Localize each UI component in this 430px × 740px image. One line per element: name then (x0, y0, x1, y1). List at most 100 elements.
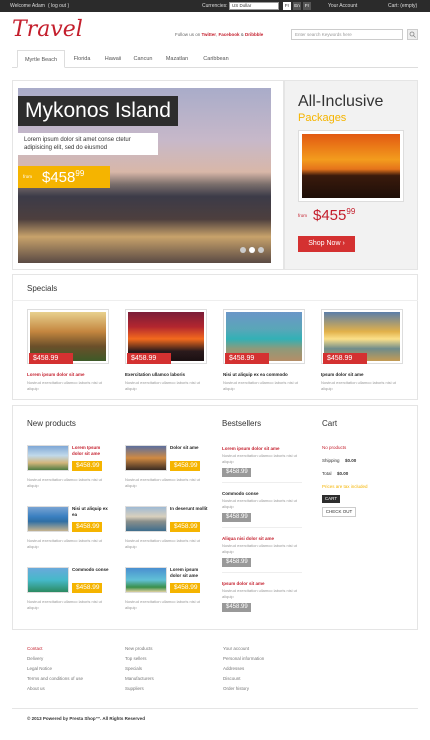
new-product-price-4: $458.99 (170, 522, 200, 532)
tab-caribbean[interactable]: Caribbean (197, 50, 235, 68)
special-name-1[interactable]: Lorem ipsum dolor sit ame (27, 372, 85, 377)
new-product-desc-1: Nostrud exercitation ullamco laboris nis… (27, 477, 102, 488)
promo-title: All-Inclusive (298, 93, 384, 110)
facebook-link[interactable]: Facebook (218, 32, 239, 37)
search-icon (409, 31, 416, 38)
promo-subtitle: Packages (298, 112, 347, 124)
tab-florida[interactable]: Florida (67, 50, 97, 68)
logout-link[interactable]: ( log out ) (48, 3, 69, 9)
footer-link-about[interactable]: About us (27, 686, 45, 691)
special-desc-2: Nostrud exercitation ullamco laboris nis… (125, 380, 200, 391)
new-product-name-4[interactable]: In deserunt mollit (170, 506, 210, 512)
follow-us: Follow us on Twitter, Facebook & Dribbbl… (175, 32, 264, 37)
dribbble-link[interactable]: Dribbble (245, 32, 263, 37)
tab-hawaii[interactable]: Hawaii (99, 50, 127, 68)
new-product-name-5[interactable]: Commodo conse (72, 567, 112, 573)
new-product-desc-3: Nostrud exercitation ullamco laboris nis… (27, 538, 102, 549)
new-product-6[interactable] (125, 567, 167, 593)
new-product-5[interactable] (27, 567, 69, 593)
footer-link-personal-info[interactable]: Personal information (223, 656, 264, 661)
footer-link-addresses[interactable]: Addresses (223, 666, 244, 671)
bestseller-name-1[interactable]: Lorem ipsum dolor sit ame (222, 446, 280, 451)
new-product-price-2: $458.99 (170, 461, 200, 471)
hero-title: Mykonos Island (18, 96, 178, 126)
special-price-4: $458.99 (323, 353, 367, 364)
footer-link-terms[interactable]: Terms and conditions of use (27, 676, 83, 681)
new-products-title: New products (27, 419, 76, 428)
promo-from: from (298, 213, 307, 218)
new-product-name-6[interactable]: Lorem ipsum dolor sit ame (170, 567, 210, 579)
slider-dot-3[interactable] (258, 247, 264, 253)
specials-title: Specials (27, 284, 58, 293)
footer-link-delivery[interactable]: Delivery (27, 656, 43, 661)
bestseller-desc-3: Nostrud exercitation ullamco laboris nis… (222, 543, 297, 554)
footer-link-top-sellers[interactable]: Top sellers (125, 656, 147, 661)
slider-dot-2[interactable] (249, 247, 255, 253)
currency-button-2[interactable]: En (293, 2, 301, 10)
new-product-2[interactable] (125, 445, 167, 471)
bestsellers-title: Bestsellers (222, 419, 262, 428)
cart-link[interactable]: Cart: (empty) (388, 3, 417, 9)
currency-button-3[interactable]: Fr (303, 2, 311, 10)
copyright: © 2013 Powered by Presta Shop™. All Righ… (27, 716, 145, 721)
new-product-1[interactable] (27, 445, 69, 471)
footer-link-suppliers[interactable]: Suppliers (125, 686, 144, 691)
promo-price: $45599 (313, 207, 356, 224)
footer-link-account[interactable]: Your account (223, 646, 249, 651)
bestseller-desc-1: Nostrud exercitation ullamco laboris nis… (222, 453, 297, 464)
slider-dot-1[interactable] (240, 247, 246, 253)
special-name-4[interactable]: Ipsum dolor sit ame (321, 372, 364, 377)
footer-link-manufacturers[interactable]: Manufacturers (125, 676, 154, 681)
footer-link-discount[interactable]: Discount (223, 676, 241, 681)
category-tabs: Myrtle Beach Florida Hawaii Cancun Mazat… (12, 50, 418, 68)
checkout-button[interactable]: CHECK OUT (322, 507, 356, 517)
footer-link-order-history[interactable]: Order history (223, 686, 249, 691)
tab-cancun[interactable]: Cancun (129, 50, 157, 68)
special-desc-1: Nostrud exercitation ullamco laboris nis… (27, 380, 102, 391)
promo-image[interactable] (298, 130, 404, 202)
currency-button-1[interactable]: Fr (283, 2, 291, 10)
bestseller-desc-4: Nostrud exercitation ullamco laboris nis… (222, 588, 297, 599)
cart-total-value: $0.00 (337, 471, 349, 476)
new-product-price-3: $458.99 (72, 522, 102, 532)
footer-link-contact[interactable]: Contact (27, 646, 43, 651)
footer-link-specials[interactable]: Specials (125, 666, 142, 671)
new-product-name-1[interactable]: Lorem Ipsum dolor sit ame (72, 445, 112, 457)
new-product-price-6: $458.99 (170, 583, 200, 593)
currency-select[interactable]: US Dollar (229, 2, 279, 10)
account-link[interactable]: Your Account (328, 3, 357, 9)
special-name-3[interactable]: Nisi ut aliquip ex ea commodo (223, 372, 288, 377)
tab-myrtle-beach[interactable]: Myrtle Beach (17, 50, 65, 68)
hero-from: from (23, 174, 32, 179)
footer-link-new-products[interactable]: New products (125, 646, 153, 651)
footer-link-legal[interactable]: Legal Notice (27, 666, 52, 671)
special-desc-4: Nostrud exercitation ullamco laboris nis… (321, 380, 396, 391)
top-bar: Welcome Adam ( log out ) Currencies: US … (0, 0, 430, 12)
new-product-name-2[interactable]: Dolor sit ame (170, 445, 210, 451)
new-product-4[interactable] (125, 506, 167, 532)
hero-price: $45899 (42, 169, 85, 186)
welcome-text: Welcome Adam (10, 3, 45, 9)
shop-now-button[interactable]: Shop Now › (298, 236, 355, 252)
search-input[interactable]: Enter search Keywords here (291, 29, 403, 40)
bestseller-name-3[interactable]: Aliqua nisi dolor sit ame (222, 536, 274, 541)
bestseller-name-2[interactable]: Commodo conse (222, 491, 259, 496)
twitter-link[interactable]: Twitter (202, 32, 216, 37)
special-name-2[interactable]: Exercitation ullamco laboris (125, 372, 185, 377)
bestseller-name-4[interactable]: Ipsum dolor sit ame (222, 581, 265, 586)
special-price-3: $458.99 (225, 353, 269, 364)
new-product-desc-2: Nostrud exercitation ullamco laboris nis… (125, 477, 200, 488)
tab-mazatlan[interactable]: Mazatlan (159, 50, 195, 68)
divider (222, 527, 302, 528)
special-price-1: $458.99 (29, 353, 73, 364)
new-product-name-3[interactable]: Nisi ut aliquip ex ea (72, 506, 112, 518)
search-button[interactable] (407, 29, 418, 40)
cart-button[interactable]: CART (322, 495, 340, 503)
hero-text: Lorem ipsum dolor sit amet conse ctetur … (18, 133, 158, 155)
new-product-desc-4: Nostrud exercitation ullamco laboris nis… (125, 538, 200, 549)
divider (12, 300, 418, 301)
new-product-price-5: $458.99 (72, 583, 102, 593)
new-product-desc-5: Nostrud exercitation ullamco laboris nis… (27, 599, 102, 610)
new-product-3[interactable] (27, 506, 69, 532)
logo[interactable]: Travel (12, 18, 83, 42)
